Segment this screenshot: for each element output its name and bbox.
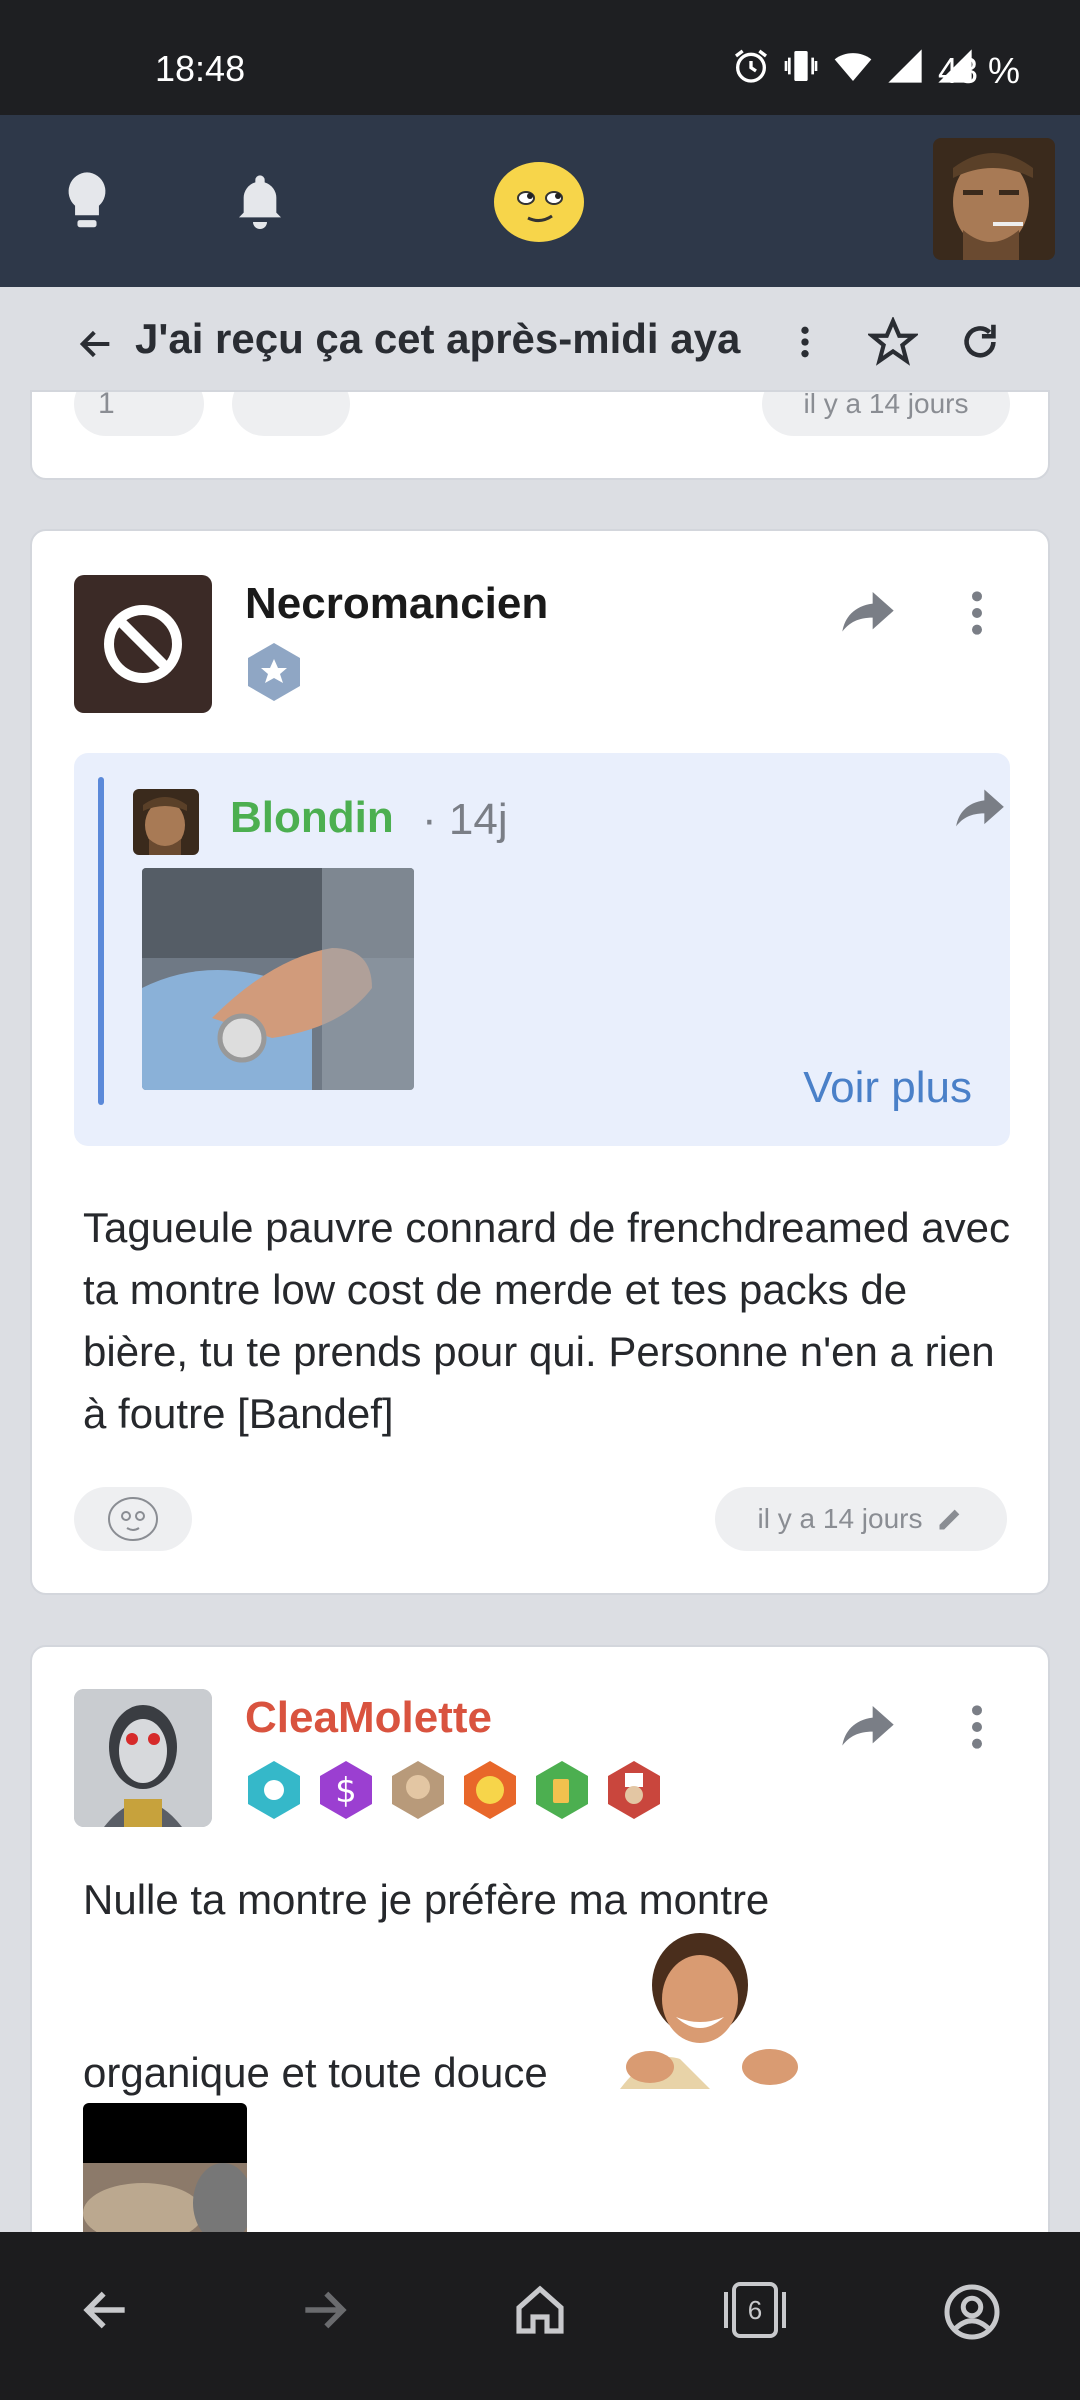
- quote-author-name[interactable]: Blondin: [230, 793, 394, 843]
- quote-author-avatar: [133, 789, 199, 855]
- author-name[interactable]: Necromancien: [245, 579, 548, 629]
- back-arrow-icon[interactable]: [78, 2282, 134, 2338]
- more-vertical-icon[interactable]: [957, 1701, 997, 1753]
- post-image[interactable]: [83, 2103, 247, 2243]
- status-bar: 18:48 43 %: [0, 0, 1080, 115]
- quote-image[interactable]: [142, 868, 414, 1090]
- share-icon[interactable]: [840, 589, 896, 637]
- chef-badge-icon: [608, 1761, 660, 1819]
- share-icon[interactable]: [954, 787, 1006, 831]
- reaction-count: 1: [98, 390, 115, 420]
- lightbulb-icon[interactable]: [62, 170, 112, 232]
- refresh-icon[interactable]: [957, 317, 1003, 367]
- topic-bar: J'ai reçu ça cet après-midi aya: [0, 287, 1080, 402]
- alarm-icon: [735, 49, 767, 83]
- home-icon[interactable]: [512, 2282, 568, 2338]
- post-text: Tagueule pauvre connard de frenchdreamed…: [83, 1204, 1010, 1437]
- svg-text:$: $: [335, 1771, 357, 1811]
- author-avatar[interactable]: [74, 1689, 212, 1827]
- browser-nav-bar: 6: [0, 2232, 1080, 2400]
- post-time: il y a 14 jours: [803, 390, 969, 419]
- edit-pencil-icon: [939, 1509, 960, 1530]
- author-badges: $: [243, 1759, 665, 1821]
- face-badge-icon: [392, 1761, 444, 1819]
- wifi-icon: [834, 53, 872, 81]
- beer-badge-icon: [536, 1761, 588, 1819]
- post-text-line: organique et toute douce: [83, 2049, 548, 2096]
- smiley-logo-icon[interactable]: [492, 160, 586, 244]
- see-more-link[interactable]: Voir plus: [803, 1063, 972, 1113]
- author-avatar[interactable]: [74, 575, 212, 713]
- post-time: il y a 14 jours: [757, 1503, 923, 1534]
- tabs-button[interactable]: 6: [720, 2282, 790, 2338]
- more-vertical-icon[interactable]: [957, 587, 997, 639]
- dollar-badge-icon: $: [320, 1761, 372, 1819]
- add-reaction-button[interactable]: [232, 392, 350, 436]
- tabs-count: 6: [747, 2295, 763, 2325]
- more-vertical-icon[interactable]: [785, 317, 825, 367]
- back-arrow-icon[interactable]: [76, 319, 116, 369]
- author-name[interactable]: CleaMolette: [245, 1693, 492, 1743]
- topic-title: J'ai reçu ça cet après-midi aya: [135, 315, 741, 362]
- quote-time: · 14j: [422, 795, 508, 844]
- account-icon[interactable]: [942, 2282, 1002, 2342]
- stars-badge-icon: [248, 1761, 300, 1819]
- user-avatar[interactable]: [933, 138, 1055, 260]
- status-time: 18:48: [155, 48, 246, 89]
- smiley-badge-icon: [464, 1761, 516, 1819]
- reaction-pill[interactable]: 1: [74, 390, 204, 436]
- rank-badge-icon: [248, 643, 300, 701]
- post-text-line: Nulle ta montre je préfère ma montre: [83, 1876, 770, 1923]
- add-reaction-button[interactable]: [74, 1487, 192, 1551]
- quote-bar: [98, 777, 104, 1105]
- smiley-outline-icon: [108, 1497, 158, 1541]
- vibrate-icon: [784, 51, 818, 81]
- star-icon[interactable]: [868, 317, 918, 367]
- post-card: Necromancien Blondin · 14j Voir plus Tag…: [30, 529, 1050, 1595]
- post-time-pill: il y a 14 jours: [762, 390, 1010, 436]
- battery-percent: 43 %: [937, 50, 1020, 91]
- previous-post-card: 1 il y a 14 jours: [30, 390, 1050, 480]
- forward-arrow-icon[interactable]: [296, 2282, 352, 2338]
- share-icon[interactable]: [840, 1703, 896, 1751]
- quoted-post[interactable]: Blondin · 14j Voir plus: [74, 753, 1010, 1146]
- signal-icon-1: [888, 49, 922, 83]
- bell-icon[interactable]: [232, 170, 288, 232]
- post-time-pill: il y a 14 jours: [715, 1487, 1007, 1551]
